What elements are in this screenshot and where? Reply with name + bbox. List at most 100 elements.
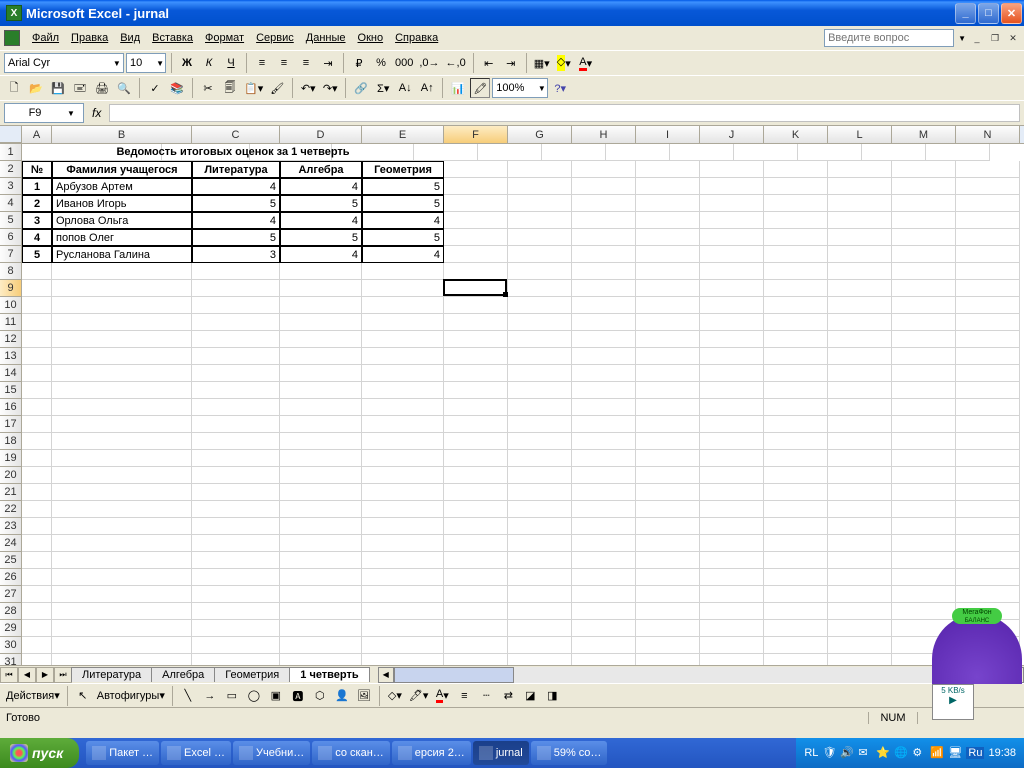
taskbar-button-6[interactable]: 59% co… — [531, 741, 608, 765]
cell-F28[interactable] — [444, 603, 508, 620]
cell-H2[interactable] — [572, 161, 636, 178]
cell-L31[interactable] — [828, 654, 892, 665]
cell-H13[interactable] — [572, 348, 636, 365]
row-header-25[interactable]: 25 — [0, 552, 22, 569]
taskbar-button-0[interactable]: Пакет … — [86, 741, 159, 765]
font-color-button[interactable]: A▾ — [576, 53, 596, 73]
cell-H24[interactable] — [572, 535, 636, 552]
arrow-button[interactable]: → — [200, 686, 220, 706]
cell-B22[interactable] — [52, 501, 192, 518]
cell-I29[interactable] — [636, 620, 700, 637]
cell-H9[interactable] — [572, 280, 636, 297]
cell-F25[interactable] — [444, 552, 508, 569]
cell-A6[interactable]: 4 — [22, 229, 52, 246]
cell-E27[interactable] — [362, 586, 444, 603]
autosum-button[interactable]: Σ▾ — [373, 78, 393, 98]
cell-C28[interactable] — [192, 603, 280, 620]
cell-D25[interactable] — [280, 552, 362, 569]
cell-E12[interactable] — [362, 331, 444, 348]
minimize-button[interactable]: _ — [955, 3, 976, 24]
cell-C6[interactable]: 5 — [192, 229, 280, 246]
cell-F23[interactable] — [444, 518, 508, 535]
cell-N2[interactable] — [956, 161, 1020, 178]
cell-E17[interactable] — [362, 416, 444, 433]
sheet-nav-prev[interactable]: ◀ — [18, 667, 36, 683]
oval-button[interactable]: ◯ — [244, 686, 264, 706]
cell-I4[interactable] — [636, 195, 700, 212]
col-header-N[interactable]: N — [956, 126, 1020, 143]
cell-C11[interactable] — [192, 314, 280, 331]
cell-K11[interactable] — [764, 314, 828, 331]
tray-icon[interactable]: 🖥 — [948, 746, 962, 760]
cell-F13[interactable] — [444, 348, 508, 365]
cell-M1[interactable] — [862, 144, 926, 161]
print-button[interactable]: 🖨 — [92, 78, 112, 98]
cell-M27[interactable] — [892, 586, 956, 603]
row-header-23[interactable]: 23 — [0, 518, 22, 535]
align-left-button[interactable]: ≡ — [252, 53, 272, 73]
cell-L18[interactable] — [828, 433, 892, 450]
cell-J24[interactable] — [700, 535, 764, 552]
cell-A1[interactable]: Ведомость итоговых оценок за 1 четверть — [22, 144, 444, 161]
cell-G14[interactable] — [508, 365, 572, 382]
cell-J27[interactable] — [700, 586, 764, 603]
cell-C8[interactable] — [192, 263, 280, 280]
cell-C29[interactable] — [192, 620, 280, 637]
cell-H15[interactable] — [572, 382, 636, 399]
cell-D6[interactable]: 5 — [280, 229, 362, 246]
cell-M7[interactable] — [892, 246, 956, 263]
cell-F31[interactable] — [444, 654, 508, 665]
cell-F9[interactable] — [444, 280, 508, 297]
cell-A16[interactable] — [22, 399, 52, 416]
cell-G23[interactable] — [508, 518, 572, 535]
cell-N15[interactable] — [956, 382, 1020, 399]
sheet-nav-last[interactable]: ⏭ — [54, 667, 72, 683]
cell-E6[interactable]: 5 — [362, 229, 444, 246]
cell-H10[interactable] — [572, 297, 636, 314]
cell-C20[interactable] — [192, 467, 280, 484]
cell-B8[interactable] — [52, 263, 192, 280]
cell-B17[interactable] — [52, 416, 192, 433]
cell-J2[interactable] — [700, 161, 764, 178]
taskbar-button-3[interactable]: со скан… — [312, 741, 390, 765]
cell-L24[interactable] — [828, 535, 892, 552]
cell-E14[interactable] — [362, 365, 444, 382]
tray-icon[interactable]: 📶 — [930, 746, 944, 760]
cell-C15[interactable] — [192, 382, 280, 399]
cell-H1[interactable] — [542, 144, 606, 161]
cell-A17[interactable] — [22, 416, 52, 433]
cell-B7[interactable]: Русланова Галина — [52, 246, 192, 263]
cell-J6[interactable] — [700, 229, 764, 246]
cell-I3[interactable] — [636, 178, 700, 195]
cell-L8[interactable] — [828, 263, 892, 280]
print-preview-button[interactable]: 🔍 — [114, 78, 134, 98]
cell-F22[interactable] — [444, 501, 508, 518]
tray-icon[interactable]: ⚙ — [912, 746, 926, 760]
decrease-decimal-button[interactable]: ←,0 — [444, 53, 468, 73]
cell-I28[interactable] — [636, 603, 700, 620]
cell-A30[interactable] — [22, 637, 52, 654]
cell-G21[interactable] — [508, 484, 572, 501]
cell-D13[interactable] — [280, 348, 362, 365]
cell-E25[interactable] — [362, 552, 444, 569]
underline-button[interactable]: Ч — [221, 53, 241, 73]
cell-D20[interactable] — [280, 467, 362, 484]
cell-H25[interactable] — [572, 552, 636, 569]
cell-J16[interactable] — [700, 399, 764, 416]
cell-C2[interactable]: Литература — [192, 161, 280, 178]
cell-L2[interactable] — [828, 161, 892, 178]
cell-A26[interactable] — [22, 569, 52, 586]
cell-M19[interactable] — [892, 450, 956, 467]
cell-C14[interactable] — [192, 365, 280, 382]
sheet-tab-0[interactable]: Литература — [71, 667, 152, 682]
cell-I13[interactable] — [636, 348, 700, 365]
cell-D17[interactable] — [280, 416, 362, 433]
cell-E20[interactable] — [362, 467, 444, 484]
menu-format[interactable]: Формат — [199, 29, 250, 47]
mdi-close[interactable]: ✕ — [1006, 31, 1020, 45]
cell-I12[interactable] — [636, 331, 700, 348]
cell-D29[interactable] — [280, 620, 362, 637]
cell-J30[interactable] — [700, 637, 764, 654]
sheet-tab-3[interactable]: 1 четверть — [289, 667, 369, 682]
cell-B29[interactable] — [52, 620, 192, 637]
